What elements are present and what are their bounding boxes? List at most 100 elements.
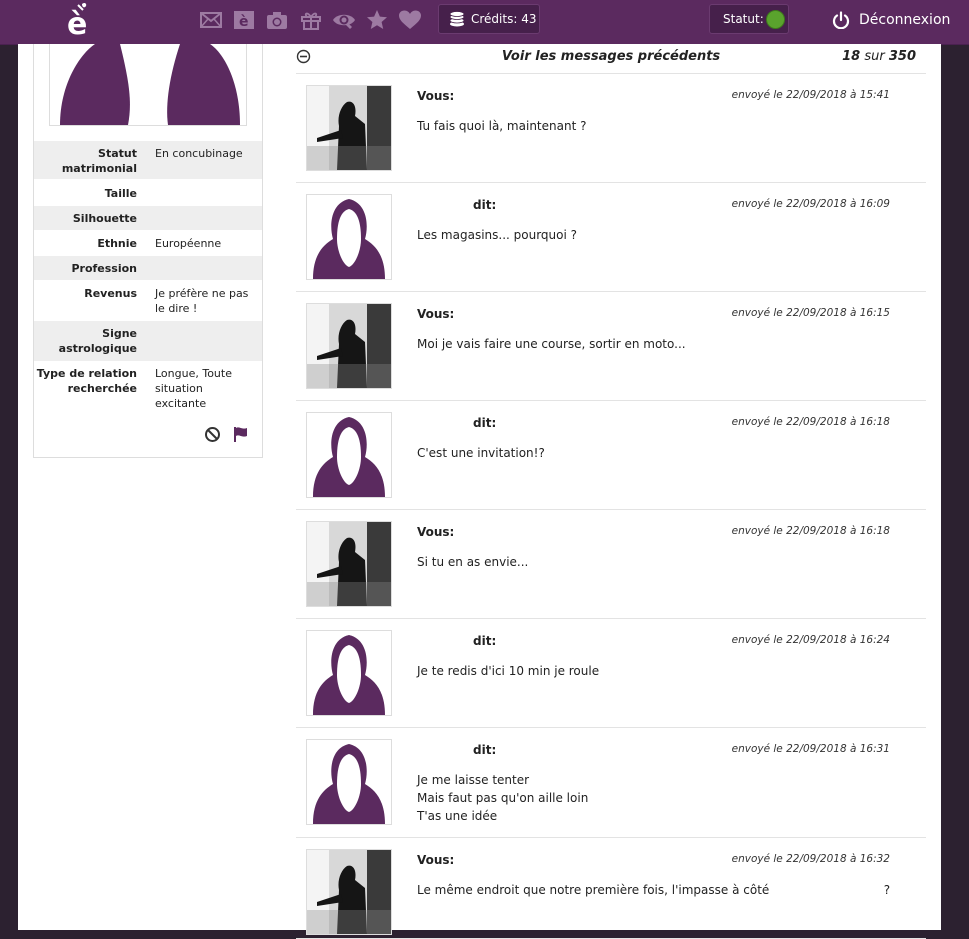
message-line: Le même endroit que notre première fois,… <box>417 883 891 897</box>
attribute-value <box>155 321 251 361</box>
credits-button[interactable]: Crédits: 43 <box>438 4 540 34</box>
attribute-key: Revenus <box>84 287 137 300</box>
message-timestamp: envoyé le 22/09/2018 à 16:15 <box>731 307 890 319</box>
count-shown: 18 <box>842 49 861 64</box>
mail-icon[interactable] <box>199 8 223 32</box>
attribute-value: Européenne <box>155 237 222 250</box>
attribute-value <box>155 256 251 280</box>
message-body: Les magasins... pourquoi ? <box>417 226 577 244</box>
message-body: Tu fais quoi là, maintenant ? <box>417 117 586 135</box>
message-item: dit: envoyé le 22/09/2018 à 16:24 Je te re… <box>296 619 926 728</box>
message-item: dit: envoyé le 22/09/2018 à 16:31 Je me la… <box>296 728 926 838</box>
message-item: Vous: envoyé le 22/09/2018 à 16:18 Si tu e… <box>296 510 926 619</box>
message-count: 18 sur 350 <box>842 49 916 64</box>
attribute-row-marital-status: Statut matrimonial En concubinage <box>34 141 262 179</box>
message-sender: dit: <box>473 416 497 430</box>
attribute-key: Profession <box>71 262 137 275</box>
online-status-indicator <box>765 9 785 29</box>
attribute-row-astro-sign: Signe astrologique <box>34 321 262 361</box>
attribute-key: Silhouette <box>72 212 137 225</box>
attribute-row-silhouette: Silhouette <box>34 206 262 230</box>
credits-label: Crédits: 43 <box>471 12 537 26</box>
report-flag-icon[interactable] <box>232 426 249 443</box>
power-icon <box>832 11 850 29</box>
contact-avatar[interactable] <box>306 630 392 716</box>
message-timestamp: envoyé le 22/09/2018 à 16:18 <box>731 525 890 537</box>
message-line: T'as une idée <box>417 809 498 823</box>
contact-avatar[interactable] <box>306 412 392 498</box>
top-navigation-bar: è è Crédits: 43 Statut: Déconnexion <box>0 0 969 45</box>
contact-avatar[interactable] <box>306 739 392 825</box>
my-avatar[interactable] <box>306 303 392 389</box>
message-body: Si tu en as envie... <box>417 553 528 571</box>
status-button[interactable]: Statut: <box>709 4 789 34</box>
message-item: Vous: envoyé le 22/09/2018 à 15:41 Tu fais… <box>296 74 926 183</box>
attribute-row-income: Revenus Je préfère ne pas le dire ! <box>34 281 262 321</box>
heart-icon[interactable] <box>398 8 422 32</box>
message-timestamp: envoyé le 22/09/2018 à 15:41 <box>731 89 890 101</box>
profile-photo[interactable] <box>49 44 247 126</box>
my-avatar[interactable] <box>306 521 392 607</box>
message-body: Moi je vais faire une course, sortir en … <box>417 335 686 353</box>
main-content: Statut matrimonial En concubinage Taille… <box>18 44 941 939</box>
attribute-value: Longue, Toute situation excitante <box>155 367 232 410</box>
count-separator: sur <box>864 49 885 64</box>
message-sender: dit: <box>473 198 497 212</box>
message-item: Vous: envoyé le 22/09/2018 à 16:15 Moi je … <box>296 292 926 401</box>
attribute-key: Statut matrimonial <box>61 147 137 175</box>
attribute-row-ethnicity: Ethnie Européenne <box>34 231 262 255</box>
logout-button[interactable]: Déconnexion <box>832 9 950 31</box>
attribute-row-relation-type: Type de relation recherchée Longue, Tout… <box>34 361 262 417</box>
message-line: Je me laisse tenter <box>417 773 530 787</box>
profile-card: Statut matrimonial En concubinage Taille… <box>33 44 263 458</box>
message-sender: Vous: <box>417 89 455 103</box>
message-item: Vous: envoyé le 22/09/2018 à 16:32 Le même… <box>296 838 926 939</box>
svg-text:è: è <box>239 14 249 30</box>
message-sender: Vous: <box>417 853 455 867</box>
site-logo[interactable]: è <box>64 2 96 42</box>
message-timestamp: envoyé le 22/09/2018 à 16:18 <box>731 416 890 428</box>
camera-icon[interactable] <box>265 8 289 32</box>
attribute-value: En concubinage <box>155 147 243 160</box>
eye-icon[interactable] <box>332 8 356 32</box>
my-avatar[interactable] <box>306 849 392 935</box>
message-body: C'est une invitation!? <box>417 444 545 462</box>
message-body: Je me laisse tenter Mais faut pas qu'on a… <box>417 771 588 825</box>
count-total: 350 <box>888 49 916 64</box>
message-timestamp: envoyé le 22/09/2018 à 16:09 <box>731 198 890 210</box>
status-label: Statut: <box>723 12 764 26</box>
message-sender: dit: <box>473 634 497 648</box>
message-timestamp: envoyé le 22/09/2018 à 16:31 <box>731 743 890 755</box>
conversation-thread: Voir les messages précédents 18 sur 350 … <box>296 44 926 939</box>
message-body: Je te redis d'ici 10 min je roule <box>417 662 599 680</box>
star-icon[interactable] <box>365 8 389 32</box>
message-sender: dit: <box>473 743 497 757</box>
message-line: Moi je vais faire une course, sortir en … <box>417 337 686 351</box>
block-icon[interactable] <box>204 426 221 443</box>
contact-avatar[interactable] <box>306 194 392 280</box>
gift-icon[interactable] <box>299 8 323 32</box>
message-line: Tu fais quoi là, maintenant ? <box>417 119 587 133</box>
conversation-header: Voir les messages précédents 18 sur 350 <box>296 44 926 74</box>
attribute-key: Ethnie <box>97 237 137 250</box>
profile-actions <box>204 426 249 443</box>
message-sender: Vous: <box>417 307 455 321</box>
attribute-value <box>155 206 251 230</box>
view-previous-messages-link[interactable]: Voir les messages précédents <box>296 49 926 64</box>
message-body: Le même endroit que notre première fois,… <box>417 881 890 899</box>
message-sender: Vous: <box>417 525 455 539</box>
attribute-row-profession: Profession <box>34 256 262 280</box>
attribute-key: Type de relation recherchée <box>36 367 137 395</box>
coins-icon <box>449 11 465 27</box>
message-item: dit: envoyé le 22/09/2018 à 16:18 C'est un… <box>296 401 926 510</box>
message-line: Si tu en as envie... <box>417 555 529 569</box>
e-icon[interactable]: è <box>232 8 256 32</box>
my-avatar[interactable] <box>306 85 392 171</box>
message-timestamp: envoyé le 22/09/2018 à 16:32 <box>731 853 890 865</box>
message-timestamp: envoyé le 22/09/2018 à 16:24 <box>731 634 890 646</box>
attribute-key: Signe astrologique <box>58 327 137 355</box>
svg-text:è: è <box>67 7 87 38</box>
message-line: Je te redis d'ici 10 min je roule <box>417 664 600 678</box>
message-line: C'est une invitation!? <box>417 446 545 460</box>
message-item: dit: envoyé le 22/09/2018 à 16:09 Les maga… <box>296 183 926 292</box>
